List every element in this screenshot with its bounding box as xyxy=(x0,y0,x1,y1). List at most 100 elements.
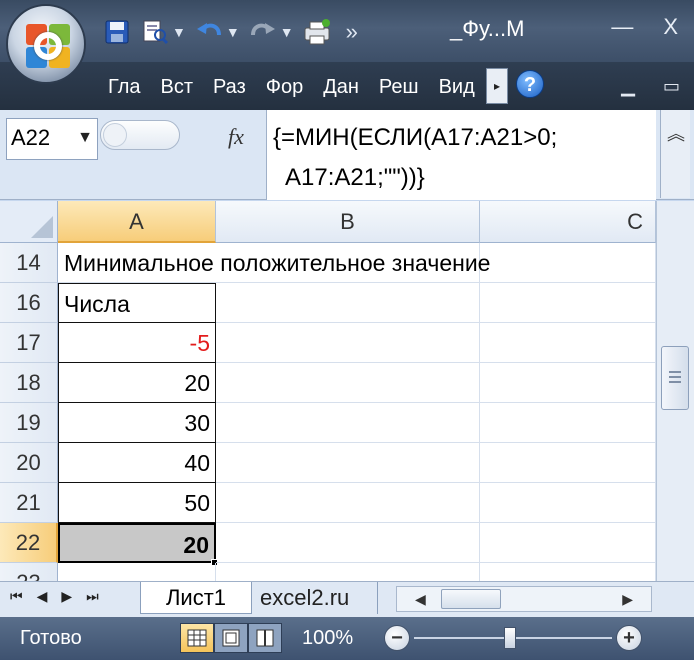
cell-b22[interactable] xyxy=(216,523,480,563)
cell-b21[interactable] xyxy=(216,483,480,523)
help-icon[interactable]: ? xyxy=(516,70,544,98)
row-header[interactable]: 17 xyxy=(0,323,58,363)
tab-data[interactable]: Дан xyxy=(323,76,359,99)
column-header-b[interactable]: B xyxy=(216,201,480,243)
office-button[interactable] xyxy=(6,4,86,84)
tab-formulas[interactable]: Фор xyxy=(266,76,303,99)
window-minimize-icon[interactable]: ▁ xyxy=(621,76,635,97)
zoom-in-icon[interactable]: + xyxy=(616,625,642,651)
name-box[interactable]: A22 ▼ xyxy=(6,118,98,160)
cell-a18[interactable]: 20 xyxy=(58,363,216,403)
insert-function-icon[interactable]: fx xyxy=(228,124,244,150)
print-preview-icon[interactable] xyxy=(140,17,170,47)
collapse-formula-bar-button[interactable]: ︽ xyxy=(660,110,690,198)
zoom-slider-thumb[interactable] xyxy=(504,627,516,649)
zoom-level[interactable]: 100% xyxy=(302,627,353,650)
page-break-view-icon[interactable] xyxy=(248,623,282,653)
select-all-button[interactable] xyxy=(0,201,58,243)
tab-home[interactable]: Гла xyxy=(108,76,141,99)
scroll-left-icon[interactable]: ◀ xyxy=(415,591,426,608)
worksheet-grid[interactable]: A B C 14 Минимальное положительное значе… xyxy=(0,201,656,581)
page-layout-view-icon[interactable] xyxy=(214,623,248,653)
cell-c20[interactable] xyxy=(480,443,656,483)
cell-b23[interactable] xyxy=(216,563,480,581)
window-restore-icon[interactable]: ▭ xyxy=(663,76,680,97)
sheet-tab-bar: ⏮ ◀ ▶ ⏭ Лист1 excel2.ru ◀ ▶ xyxy=(0,581,694,617)
cell-b18[interactable] xyxy=(216,363,480,403)
save-icon[interactable] xyxy=(102,17,132,47)
formula-line-2: A17:A21;""))} xyxy=(285,164,425,191)
undo-dropdown-icon[interactable]: ▼ xyxy=(226,24,240,40)
tab-page-layout[interactable]: Раз xyxy=(213,76,246,99)
minimize-button[interactable]: — xyxy=(611,14,633,40)
cell-a19[interactable]: 30 xyxy=(58,403,216,443)
redo-dropdown-icon[interactable]: ▼ xyxy=(280,24,294,40)
cell-a17[interactable]: -5 xyxy=(58,323,216,363)
cell-a20[interactable]: 40 xyxy=(58,443,216,483)
cell-a21[interactable]: 50 xyxy=(58,483,216,523)
sheet-tab-active[interactable]: Лист1 xyxy=(140,582,252,614)
cell-a22-selected[interactable]: 20 xyxy=(58,523,216,563)
office-logo-icon xyxy=(26,24,70,68)
formula-input[interactable]: {=МИН(ЕСЛИ(A17:A21>0; A17:A21;""))} xyxy=(266,110,656,200)
ribbon-tabs-bar: Гла Вст Раз Фор Дан Реш Вид ▸ ? ▁ ▭ xyxy=(0,62,694,110)
tab-insert[interactable]: Вст xyxy=(161,76,194,99)
close-button[interactable]: X xyxy=(663,14,678,40)
quick-access-toolbar: ▼ ▼ ▼ » xyxy=(102,10,358,54)
qat-more-icon[interactable]: » xyxy=(346,19,358,45)
row-header[interactable]: 20 xyxy=(0,443,58,483)
tab-view[interactable]: Вид xyxy=(439,76,475,99)
undo-icon[interactable] xyxy=(194,17,224,47)
row-header[interactable]: 14 xyxy=(0,243,58,283)
title-bar: ▼ ▼ ▼ » _Фу...М — X xyxy=(0,0,694,84)
formula-line-1: {=МИН(ЕСЛИ(A17:A21>0; xyxy=(273,124,558,151)
formula-bar: A22 ▼ fx {=МИН(ЕСЛИ(A17:A21>0; A17:A21;"… xyxy=(0,110,694,200)
cell-b16[interactable] xyxy=(216,283,480,323)
cell-b17[interactable] xyxy=(216,323,480,363)
row-header[interactable]: 18 xyxy=(0,363,58,403)
sheet-tab[interactable]: excel2.ru xyxy=(252,582,378,614)
window-title: _Фу...М xyxy=(450,16,525,41)
cell-b19[interactable] xyxy=(216,403,480,443)
cell-c17[interactable] xyxy=(480,323,656,363)
row-header[interactable]: 23 xyxy=(0,563,58,581)
cell-a16[interactable]: Числа xyxy=(58,283,216,323)
vertical-scroll-thumb[interactable] xyxy=(661,346,689,410)
first-sheet-icon[interactable]: ⏮ xyxy=(10,588,23,605)
horizontal-scrollbar[interactable]: ◀ ▶ xyxy=(396,586,652,612)
column-header-a[interactable]: A xyxy=(58,201,216,243)
scroll-right-icon[interactable]: ▶ xyxy=(622,591,633,608)
formula-bar-resize-handle[interactable] xyxy=(100,120,180,150)
cell-a23[interactable] xyxy=(58,563,216,581)
row-header[interactable]: 19 xyxy=(0,403,58,443)
status-bar: Готово 100% − + xyxy=(0,617,694,660)
cell-c23[interactable] xyxy=(480,563,656,581)
chevron-down-icon[interactable]: ▼ xyxy=(77,129,93,147)
cell-c22[interactable] xyxy=(480,523,656,563)
row-header[interactable]: 22 xyxy=(0,523,58,563)
last-sheet-icon[interactable]: ⏭ xyxy=(86,588,99,605)
title-text: Минимальное положительное значение xyxy=(64,250,491,276)
zoom-out-icon[interactable]: − xyxy=(384,625,410,651)
chevron-down-icon[interactable]: ▼ xyxy=(172,24,186,40)
previous-sheet-icon[interactable]: ◀ xyxy=(37,588,48,605)
normal-view-icon[interactable] xyxy=(180,623,214,653)
redo-icon[interactable] xyxy=(248,17,278,47)
cell-c16[interactable] xyxy=(480,283,656,323)
row-header[interactable]: 16 xyxy=(0,283,58,323)
next-sheet-icon[interactable]: ▶ xyxy=(61,588,72,605)
column-header-c[interactable]: C xyxy=(480,201,656,243)
tab-review[interactable]: Реш xyxy=(379,76,419,99)
quick-print-icon[interactable] xyxy=(302,17,332,47)
cell-c19[interactable] xyxy=(480,403,656,443)
name-box-value: A22 xyxy=(11,125,51,150)
horizontal-scroll-thumb[interactable] xyxy=(441,589,501,609)
cell-c18[interactable] xyxy=(480,363,656,403)
status-text: Готово xyxy=(20,627,82,649)
cell-c14[interactable] xyxy=(480,243,656,283)
cell-b20[interactable] xyxy=(216,443,480,483)
cell-c21[interactable] xyxy=(480,483,656,523)
row-header[interactable]: 21 xyxy=(0,483,58,523)
vertical-scrollbar[interactable] xyxy=(656,201,694,581)
ribbon-scroll-right-icon[interactable]: ▸ xyxy=(486,68,508,104)
